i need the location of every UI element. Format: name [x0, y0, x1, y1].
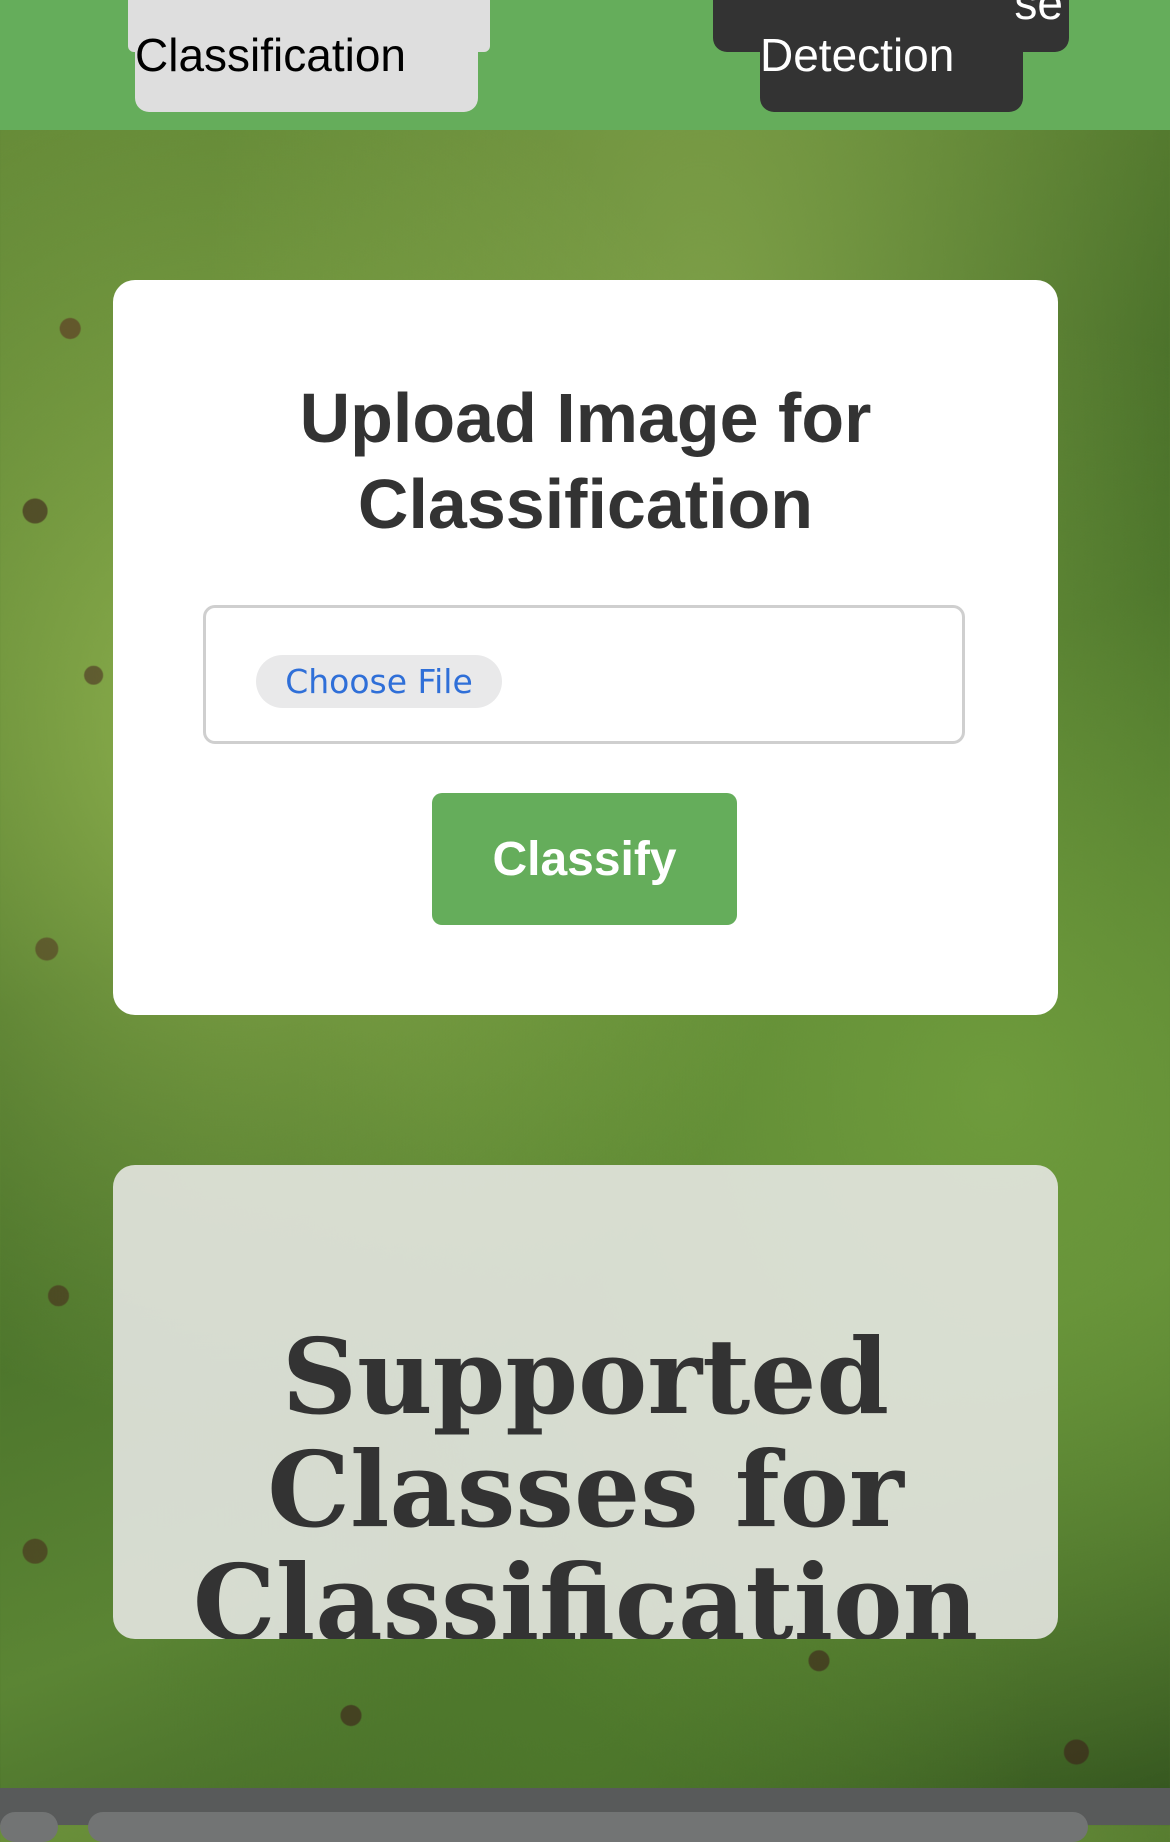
upload-title: Upload Image for Classification [299, 379, 872, 543]
bottom-bar-control[interactable] [0, 1812, 58, 1842]
nav-detection-text-fragment: se [1014, 0, 1063, 29]
supported-classes-card: Supported Classes for Classification [113, 1165, 1058, 1639]
upload-card: Upload Image for Classification Choose F… [113, 280, 1058, 1015]
address-bar[interactable] [88, 1812, 1088, 1842]
browser-bottom-bar [0, 1788, 1170, 1842]
nav-classification-button[interactable]: Classification [128, 0, 490, 112]
classify-button[interactable]: Classify [432, 793, 737, 925]
nav-detection-button[interactable]: se Detection [713, 0, 1069, 112]
nav-classification-label: Classification [135, 29, 406, 81]
nav-detection-label: Detection [760, 29, 955, 81]
top-nav-bar: Classification se Detection [0, 0, 1170, 130]
supported-classes-title: Supported Classes for Classification [192, 1315, 979, 1639]
choose-file-button[interactable]: Choose File [256, 655, 502, 708]
file-input[interactable]: Choose File [203, 605, 965, 744]
